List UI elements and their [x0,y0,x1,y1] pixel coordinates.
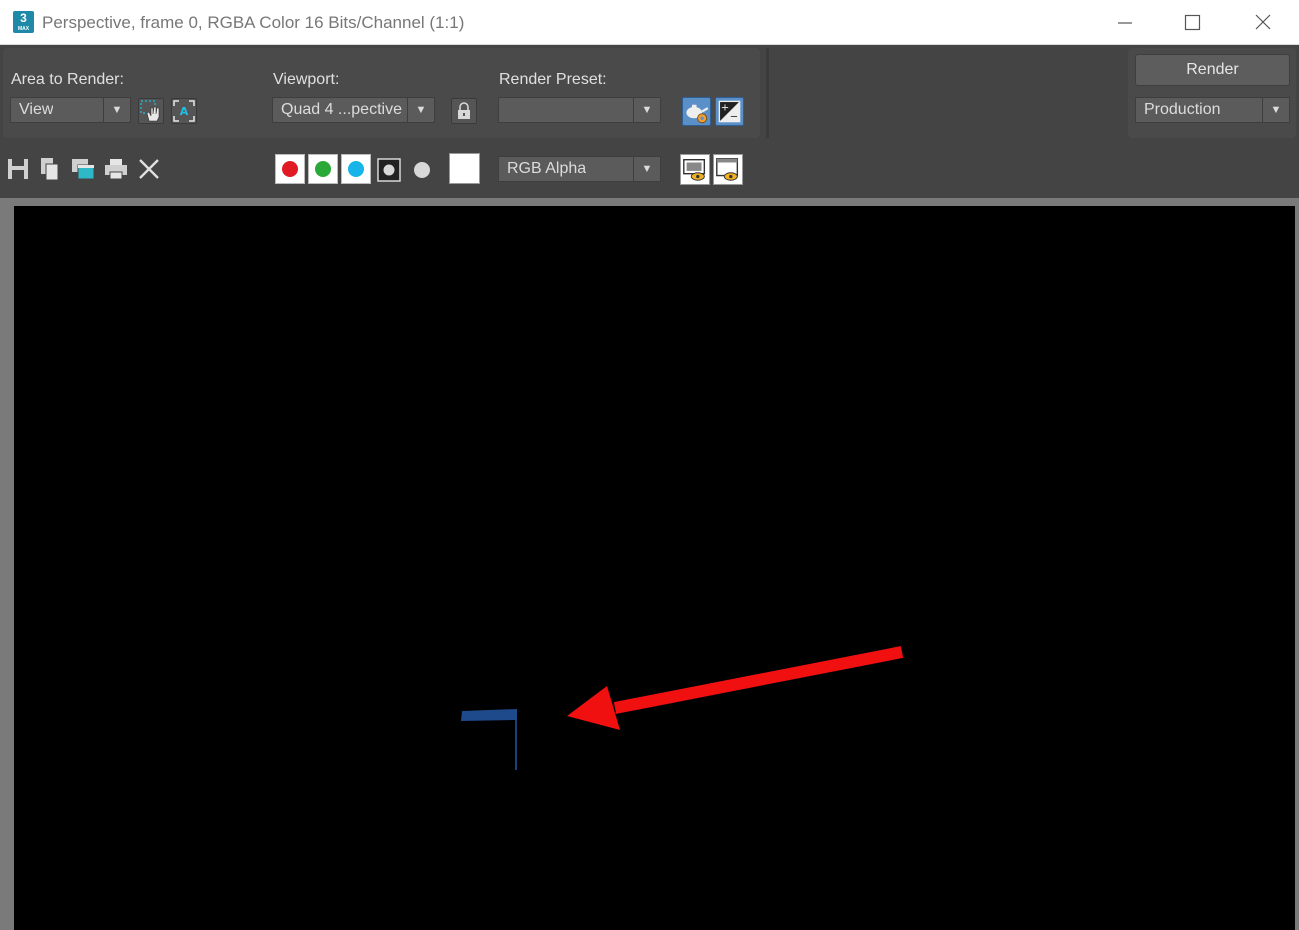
minimize-icon [1118,22,1132,24]
close-button[interactable] [1248,8,1278,38]
svg-text:+: + [721,102,729,113]
maximize-icon [1184,14,1201,31]
clear-image-button[interactable] [136,155,162,183]
alpha-channel-toggle[interactable] [376,156,402,184]
display-overlay-icon [683,159,706,181]
panel-divider [766,48,769,138]
app-icon: 3 MAX [13,11,34,33]
environment-exposure-button[interactable]: + − [715,97,744,126]
exposure-icon: + − [718,100,741,122]
svg-text:A: A [180,105,189,118]
maximize-button[interactable] [1177,8,1207,38]
save-icon [8,159,28,179]
clone-window-icon [72,159,95,180]
blue-channel-toggle[interactable] [341,154,371,184]
green-channel-toggle[interactable] [308,154,338,184]
edit-region-button[interactable] [138,98,164,124]
print-icon [105,159,127,180]
render-type-value: Production [1144,101,1221,118]
red-channel-icon [282,161,298,177]
render-preset-dropdown[interactable]: ▼ [498,97,661,123]
background-color-swatch[interactable] [449,153,480,184]
chevron-down-icon: ▼ [633,157,660,181]
viewport-label: Viewport: [273,71,340,88]
save-image-button[interactable] [5,155,31,183]
lock-viewport-button[interactable] [451,98,477,124]
chevron-down-icon: ▼ [103,98,130,122]
blue-channel-icon [348,161,364,177]
render-setup-button[interactable] [682,97,711,126]
viewport-dropdown[interactable]: Quad 4 ...pective ▼ [272,97,435,123]
frame-border-left [0,198,14,930]
area-to-render-dropdown[interactable]: View ▼ [10,97,131,123]
frame-border-top [0,198,1299,206]
toggle-ui-button[interactable] [713,154,743,185]
window-eye-icon [716,158,739,181]
display-channel-dropdown[interactable]: RGB Alpha ▼ [498,156,661,182]
rendered-image[interactable] [14,206,1295,930]
close-icon [139,159,159,179]
app-icon-number: 3 [20,11,27,25]
auto-region-icon: A [173,100,195,122]
viewport-value: Quad 4 ...pective [281,101,402,118]
render-settings-panel [3,48,760,138]
render-type-dropdown[interactable]: Production ▼ [1135,97,1290,123]
hand-region-icon [140,100,160,122]
area-to-render-value: View [19,101,54,118]
frame-border-right [1295,198,1299,930]
teapot-gear-icon [686,104,709,124]
copy-image-button[interactable] [37,155,63,183]
chevron-down-icon: ▼ [633,98,660,122]
red-channel-toggle[interactable] [275,154,305,184]
clone-frame-window-button[interactable] [70,155,96,183]
lock-icon [458,102,470,119]
title-bar: 3 MAX Perspective, frame 0, RGBA Color 1… [0,0,1299,45]
chevron-down-icon: ▼ [407,98,434,122]
toggle-ui-overlays-button[interactable] [680,154,710,185]
app-icon-subtext: MAX [17,26,30,32]
close-icon [1255,14,1271,30]
monochrome-icon [414,162,430,178]
auto-region-button[interactable]: A [171,98,197,124]
alpha-channel-icon [377,158,401,182]
copy-icon [41,158,59,181]
svg-text:−: − [730,111,738,122]
area-to-render-label: Area to Render: [11,71,124,88]
display-channel-value: RGB Alpha [507,160,587,177]
render-preset-label: Render Preset: [499,71,607,88]
chevron-down-icon: ▼ [1262,98,1289,122]
window-title: Perspective, frame 0, RGBA Color 16 Bits… [42,13,465,32]
render-button[interactable]: Render [1135,54,1290,86]
minimize-button[interactable] [1110,8,1140,38]
monochrome-toggle[interactable] [409,156,435,184]
green-channel-icon [315,161,331,177]
print-image-button[interactable] [103,155,129,183]
